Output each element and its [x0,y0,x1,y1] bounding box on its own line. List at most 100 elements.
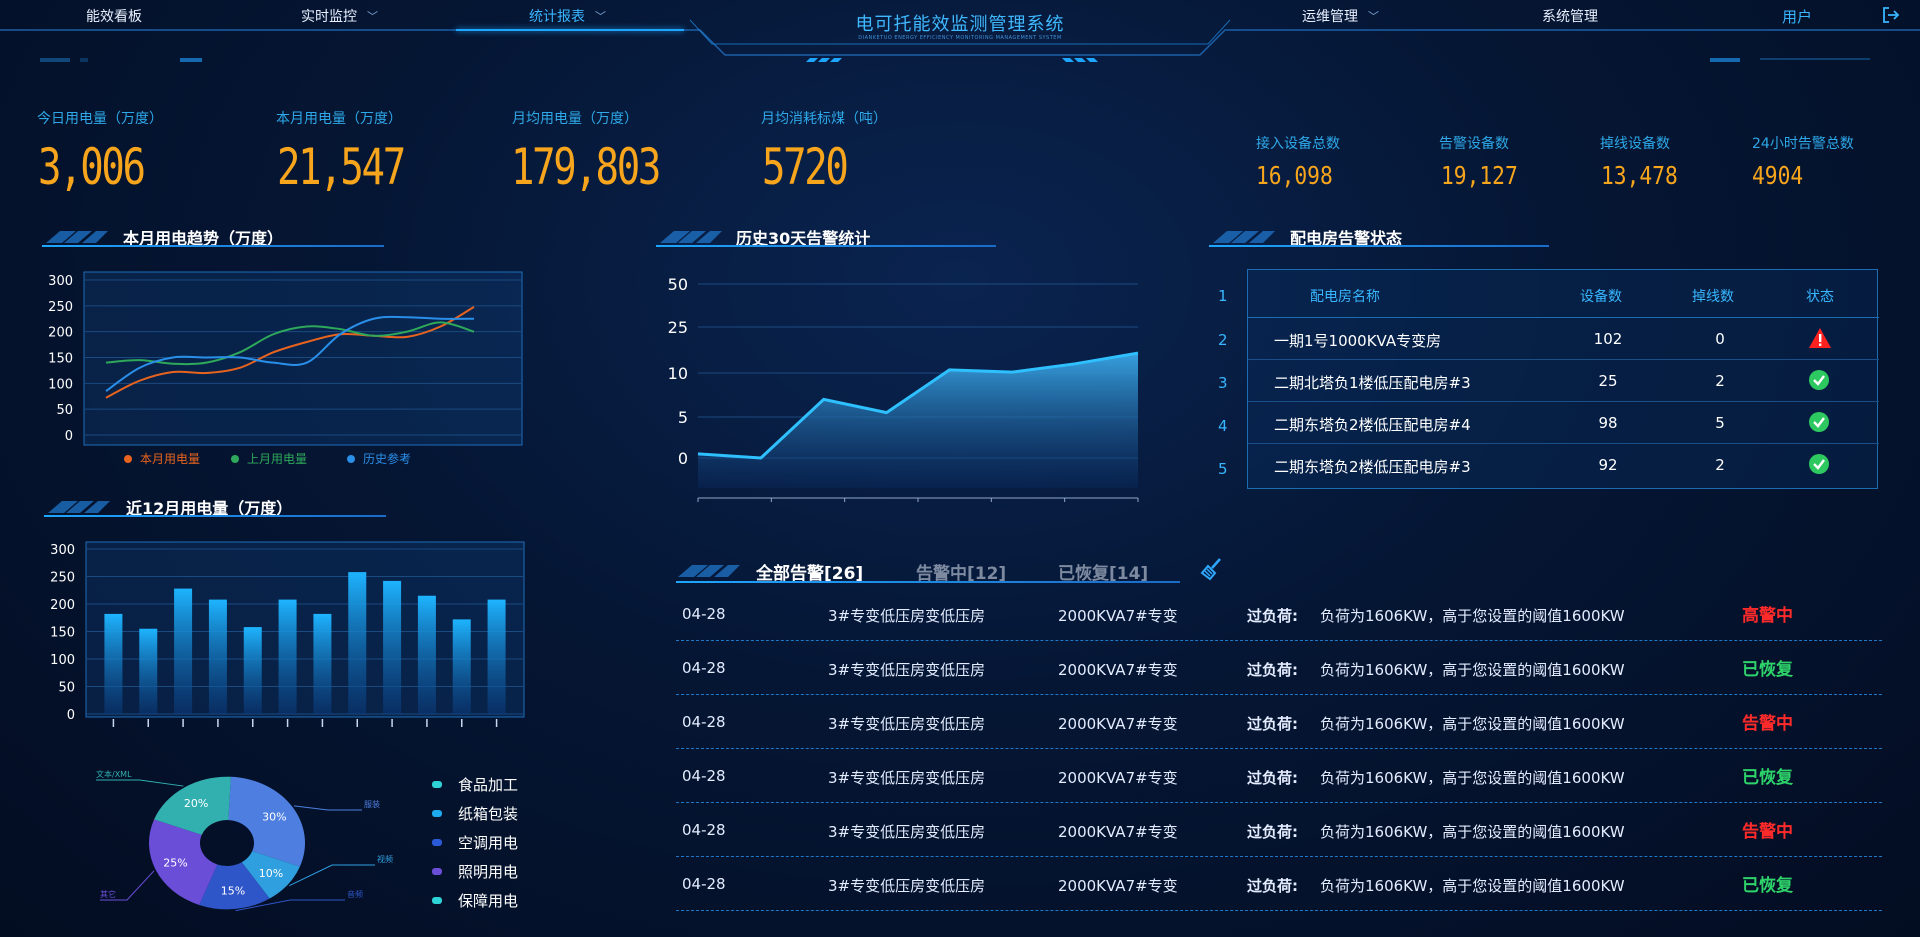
row-index-number: 5 [1218,460,1228,478]
legend-label: 纸箱包装 [458,805,519,823]
kpi-monthly-avg-value: 179,803 [511,138,661,196]
alarm-status: 高警中 [1742,606,1793,626]
top-nav: 能效看板 实时监控 ﹀ 统计报表 ﹀ 运维管理 ﹀ 系统管理 电可托能效监测管理系统 … [0,0,1920,62]
alarm-description: 负荷为1606KW，高于您设置的阈值1600KW [1320,715,1625,733]
bar [383,580,402,714]
room-status [1808,369,1830,395]
pie-slice-tag: 音频 [347,889,363,899]
row-index-number: 4 [1218,417,1228,435]
room-device-count: 25 [1598,372,1618,390]
alarm-status: 已恢复 [1742,768,1793,788]
y-tick-label: 25 [668,318,688,337]
legend-this-month: 本月用电量 [124,450,200,467]
nav-statistics-report[interactable]: 统计报表 ﹀ [529,6,606,26]
alarm-status: 已恢复 [1742,876,1793,896]
bar [208,599,227,714]
y-tick-label: 200 [50,598,75,613]
alarm-description: 负荷为1606KW，高于您设置的阈值1600KW [1320,877,1625,895]
y-tick-label: 250 [50,571,75,586]
legend-label: 食品加工 [458,776,519,794]
title-stripes-icon [48,501,110,513]
pie-percent-label: 10% [259,867,283,880]
alarm-list-item[interactable]: 04-28 3#专变低压房变低压房 2000KVA7#专变 过负荷: 负荷为16… [676,803,1882,857]
kpi-month-value: 21,547 [277,138,406,196]
table-row[interactable]: 一期1号1000KVA专变房 102 0 [1248,318,1879,360]
y-tick-label: 100 [50,653,75,668]
legend-swatch [432,781,442,788]
chevron-down-icon: ﹀ [367,10,378,23]
device-alarm-value: 19,127 [1441,161,1518,190]
yearly-consumption-chart: 0 50 100 150 200 250 300 [50,541,525,727]
pie-legend-item: 纸箱包装 [432,803,518,824]
logout-icon[interactable] [1882,6,1900,24]
alarm-type: 过负荷: [1247,607,1298,625]
bar [348,572,367,714]
pie-percent-label: 15% [221,885,245,898]
y-tick-label: 150 [48,352,73,367]
room-offline-count: 0 [1715,330,1725,348]
room-name: 一期1号1000KVA专变房 [1274,332,1442,350]
alarm-list-item[interactable]: 04-28 3#专变低压房变低压房 2000KVA7#专变 过负荷: 负荷为16… [676,587,1882,641]
pie-leader-line [289,864,375,887]
alarm-list-item[interactable]: 04-28 3#专变低压房变低压房 2000KVA7#专变 过负荷: 负荷为16… [676,857,1882,911]
alarm-list-item[interactable]: 04-28 3#专变低压房变低压房 2000KVA7#专变 过负荷: 负荷为16… [676,749,1882,803]
kpi-coal-value: 5720 [762,138,849,196]
section-title-history: 历史30天告警统计 [656,225,996,248]
y-tick-label: 50 [56,403,73,418]
device-total-label: 接入设备总数 [1256,136,1340,152]
y-tick-label: 0 [67,708,75,723]
room-device-count: 92 [1598,456,1618,474]
pie-slice-tag: 视频 [377,854,393,864]
title-stripes-icon [660,231,722,243]
plot-frame [83,271,523,446]
y-tick-label: 300 [50,543,75,558]
device-offline-label: 掉线设备数 [1600,136,1670,152]
nav-energy-board[interactable]: 能效看板 [86,6,142,26]
pie-legend-item: 食品加工 [432,774,518,795]
alarm-tabs: 全部告警[26] 告警中[12] 已恢复[14] [676,555,1236,585]
y-tick-label: 150 [50,626,75,641]
room-table-header: 配电房名称 设备数 掉线数 状态 [1248,270,1879,318]
broom-icon[interactable] [1200,556,1226,582]
legend-swatch [432,868,442,875]
system-title-block: 电可托能效监测管理系统 DIANKETUO ENERGY EFFICIENCY … [690,0,1230,60]
alarm-status: 已恢复 [1742,660,1793,680]
alarm-24h-label: 24小时告警总数 [1752,136,1854,152]
bar [278,599,297,714]
alarm-device: 2000KVA7#专变 [1058,715,1178,733]
legend-swatch [432,810,442,817]
room-name: 二期东塔负2楼低压配电房#3 [1274,458,1471,476]
alarm-device: 2000KVA7#专变 [1058,607,1178,625]
legend-swatch [432,839,442,846]
nav-operations[interactable]: 运维管理 ﹀ [1302,6,1379,26]
row-index-number: 1 [1218,287,1228,305]
nav-realtime-monitor[interactable]: 实时监控 ﹀ [301,6,378,26]
device-total-value: 16,098 [1256,161,1333,190]
row-index-number: 2 [1218,331,1228,349]
table-row[interactable]: 二期北塔负1楼低压配电房#3 25 2 [1248,360,1879,402]
bar [104,613,123,714]
check-circle-icon [1809,412,1829,432]
title-stripes-icon [46,231,108,243]
section-title-yearly: 近12月用电量（万度） [44,495,386,518]
nav-system-management[interactable]: 系统管理 [1542,6,1598,26]
system-subtitle: DIANKETUO ENERGY EFFICIENCY MONITORING M… [858,35,1062,41]
alarm-list-item[interactable]: 04-28 3#专变低压房变低压房 2000KVA7#专变 过负荷: 负荷为16… [676,695,1882,749]
alarm-list-item[interactable]: 04-28 3#专变低压房变低压房 2000KVA7#专变 过负荷: 负荷为16… [676,641,1882,695]
bar [417,595,436,714]
header-status: 状态 [1806,289,1834,305]
table-row[interactable]: 二期东塔负2楼低压配电房#3 92 2 [1248,444,1879,486]
y-tick-label: 50 [668,275,688,294]
room-status [1808,411,1830,437]
legend-last-month: 上月用电量 [231,450,307,467]
alarm-room: 3#专变低压房变低压房 [828,661,986,679]
alarm-24h-value: 4904 [1752,161,1804,190]
table-row[interactable]: 二期东塔负2楼低压配电房#4 98 5 [1248,402,1879,444]
alarm-description: 负荷为1606KW，高于您设置的阈值1600KW [1320,607,1625,625]
alarm-type: 过负荷: [1247,877,1298,895]
user-menu[interactable]: 用户 [1782,6,1812,27]
alarm-type: 过负荷: [1247,769,1298,787]
alarm-description: 负荷为1606KW，高于您设置的阈值1600KW [1320,769,1625,787]
y-tick-label: 50 [58,681,75,696]
legend-swatch [432,897,442,904]
